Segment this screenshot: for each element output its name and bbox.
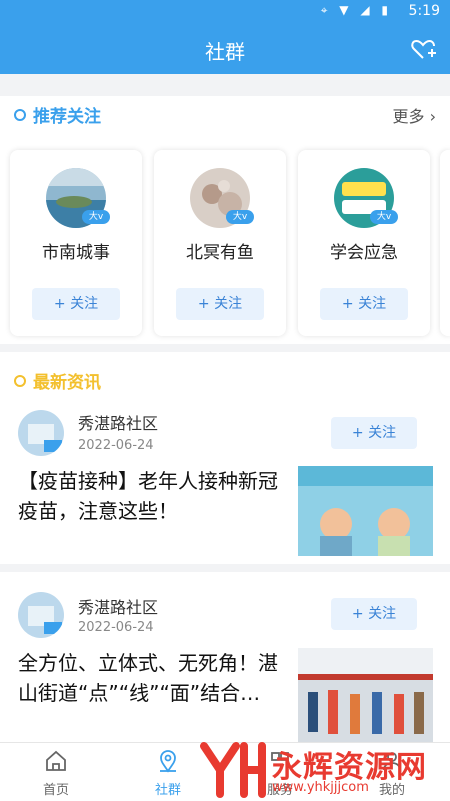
page-title: 社群 (205, 40, 245, 64)
follow-button[interactable]: + 关注 (176, 288, 264, 320)
card-name: 北冥有鱼 (186, 243, 254, 263)
recommend-section: 推荐关注 更多 › 大v 市南城事 + 关注 大v 北冥有鱼 + 关注 大v 学… (0, 96, 450, 344)
app-bar: 社群 (0, 24, 450, 74)
follow-button[interactable]: + 关注 (331, 417, 417, 449)
section-dot-icon (14, 375, 26, 387)
home-icon (46, 750, 66, 771)
status-time: 5:19 (408, 3, 440, 19)
tab-home[interactable]: 首页 (0, 743, 112, 801)
more-link[interactable]: 更多 › (393, 103, 437, 127)
source-name: 秀湛路社区 (78, 414, 159, 433)
follow-button[interactable]: + 关注 (32, 288, 120, 320)
card-name: 学会应急 (330, 243, 398, 263)
big-v-badge: 大v (226, 210, 254, 224)
big-v-badge: 大v (370, 210, 398, 224)
status-icons: ⌖ ▼ ◢ ▮ (320, 3, 392, 17)
source-name: 秀湛路社区 (78, 598, 159, 617)
recommend-header: 推荐关注 更多 › (0, 96, 450, 136)
recommend-card[interactable]: 大v 市南城事 + 关注 (10, 150, 142, 336)
section-dot-icon (14, 109, 26, 121)
watermark-logo (200, 742, 266, 798)
news-headline[interactable]: 全方位、立体式、无死角！湛山街道“点”“线”“面”结合… (18, 648, 286, 708)
card-name: 市南城事 (42, 243, 110, 263)
heart-plus-icon[interactable] (410, 36, 436, 62)
follow-button[interactable]: + 关注 (331, 598, 417, 630)
source-avatar[interactable] (18, 410, 64, 456)
news-item[interactable]: 秀湛路社区 2022-06-24 + 关注 【疫苗接种】老年人接种新冠疫苗，注意… (0, 402, 450, 562)
watermark: 永辉资源网 www.yhkjjjcom (200, 738, 450, 800)
divider (0, 564, 450, 572)
news-date: 2022-06-24 (78, 438, 154, 453)
news-section: 最新资讯 秀湛路社区 2022-06-24 + 关注 【疫苗接种】老年人接种新冠… (0, 352, 450, 800)
recommend-title: 推荐关注 (33, 107, 101, 127)
news-date: 2022-06-24 (78, 620, 154, 635)
news-title: 最新资讯 (33, 373, 101, 393)
status-bar: ⌖ ▼ ◢ ▮ 5:19 (0, 0, 450, 24)
news-header: 最新资讯 (0, 362, 450, 402)
source-avatar[interactable] (18, 592, 64, 638)
news-thumbnail[interactable] (298, 648, 433, 742)
recommend-card-partial[interactable] (440, 150, 450, 336)
tab-label: 首页 (42, 783, 69, 798)
recommend-card[interactable]: 大v 北冥有鱼 + 关注 (154, 150, 286, 336)
recommend-card[interactable]: 大v 学会应急 + 关注 (298, 150, 430, 336)
location-icon (160, 750, 176, 773)
news-item[interactable]: 秀湛路社区 2022-06-24 + 关注 全方位、立体式、无死角！湛山街道“点… (0, 572, 450, 742)
news-thumbnail[interactable] (298, 466, 433, 556)
big-v-badge: 大v (82, 210, 110, 224)
follow-button[interactable]: + 关注 (320, 288, 408, 320)
news-headline[interactable]: 【疫苗接种】老年人接种新冠疫苗，注意这些！ (18, 466, 286, 526)
watermark-url: www.yhkjjjcom (272, 780, 369, 795)
